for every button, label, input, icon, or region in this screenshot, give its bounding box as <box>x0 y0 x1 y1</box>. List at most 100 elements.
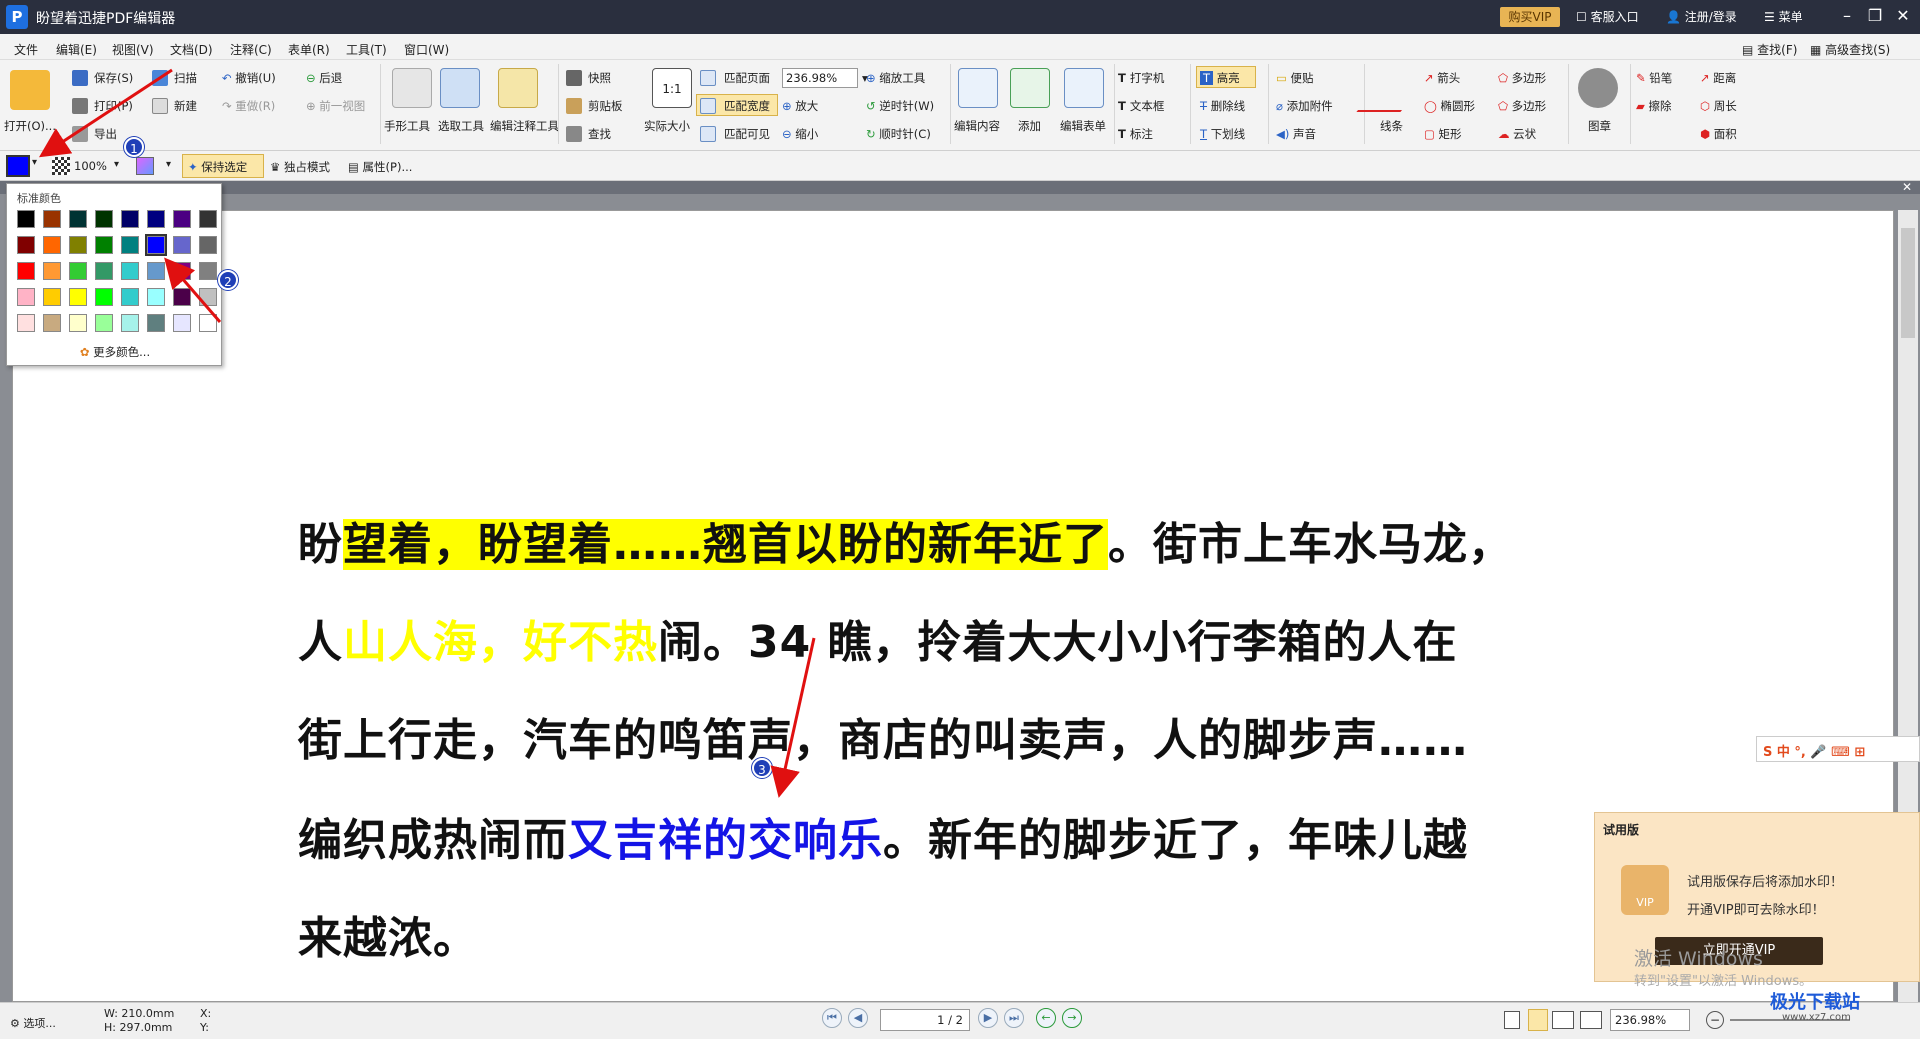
text-line-4[interactable]: 编织成热闹而又吉祥的交响乐。新年的脚步近了，年味儿越 <box>298 804 1468 868</box>
color-swatch[interactable] <box>17 210 35 228</box>
stamp-button[interactable]: 图章 <box>1588 118 1611 134</box>
prev-view-button[interactable]: ⊕ 前一视图 <box>306 99 365 114</box>
menu-window[interactable]: 窗口(W) <box>404 41 449 58</box>
print-button[interactable]: 打印(P) <box>94 99 133 114</box>
line-button[interactable]: 线条 <box>1380 118 1403 134</box>
clipboard-button[interactable]: 剪贴板 <box>588 99 623 114</box>
color-swatch[interactable] <box>43 236 61 254</box>
text-line-3[interactable]: 街上行走，汽车的鸣笛声，商店的叫卖声，人的脚步声…… <box>298 704 1468 768</box>
color-swatch[interactable] <box>173 236 191 254</box>
single-page-icon[interactable] <box>1504 1011 1520 1029</box>
nav-forward-icon[interactable]: → <box>1062 1008 1082 1028</box>
menu-edit[interactable]: 编辑(E) <box>56 41 97 58</box>
undo-button[interactable]: ↶ 撤销(U) <box>222 71 276 86</box>
color-swatch[interactable] <box>43 262 61 280</box>
menu-form[interactable]: 表单(R) <box>288 41 330 58</box>
zoom-input[interactable]: 236.98% <box>782 68 858 88</box>
rectangle-button[interactable]: ▢ 矩形 <box>1424 127 1462 142</box>
continuous-page-icon[interactable] <box>1528 1009 1548 1031</box>
color-swatch[interactable] <box>69 262 87 280</box>
polyline-button[interactable]: ⬠ 多边形 <box>1498 99 1546 114</box>
color-swatch[interactable] <box>121 236 139 254</box>
color-swatch[interactable] <box>17 314 35 332</box>
polygon-button[interactable]: ⬠ 多边形 <box>1498 71 1546 86</box>
find-ribbon-button[interactable]: 查找 <box>588 127 611 142</box>
text-line-1[interactable]: 盼望着，盼望着……翘首以盼的新年近了。街市上车水马龙， <box>298 508 1513 572</box>
eraser-button[interactable]: ▰ 擦除 <box>1636 99 1672 114</box>
color-swatch-selected[interactable] <box>145 234 167 256</box>
advanced-find-button[interactable]: ▦ 高级查找(S) <box>1810 41 1890 58</box>
redo-button[interactable]: ↷ 重做(R) <box>222 99 275 114</box>
add-button[interactable]: 添加 <box>1018 118 1041 134</box>
color-swatch[interactable] <box>121 210 139 228</box>
facing-page-icon[interactable] <box>1552 1011 1574 1029</box>
fill-color-icon[interactable] <box>136 157 154 175</box>
first-page-icon[interactable]: ⏮ <box>822 1008 842 1028</box>
yellow-text[interactable]: 山人海，好不热 <box>343 617 658 668</box>
fit-page-button[interactable]: 匹配页面 <box>724 71 770 86</box>
pencil-button[interactable]: ✎ 铅笔 <box>1636 71 1672 86</box>
color-swatch[interactable] <box>69 210 87 228</box>
exclusive-mode-button[interactable]: ♛ 独占模式 <box>270 159 330 175</box>
main-menu-button[interactable]: ☰ 菜单 <box>1764 8 1803 25</box>
menu-comment[interactable]: 注释(C) <box>230 41 272 58</box>
properties-button[interactable]: ▤ 属性(P)... <box>348 159 412 175</box>
select-tool-button[interactable]: 选取工具 <box>438 118 484 134</box>
color-swatch[interactable] <box>173 314 191 332</box>
close-document-icon[interactable]: ✕ <box>1900 181 1914 194</box>
minimize-button[interactable]: – <box>1832 5 1862 29</box>
zoom-in-button[interactable]: ⊕ 放大 <box>782 99 818 114</box>
opacity-dropdown[interactable]: ▾ <box>114 159 119 170</box>
zoom-tool-button[interactable]: ⊕ 缩放工具 <box>866 71 925 86</box>
ellipse-button[interactable]: ◯ 椭圆形 <box>1424 99 1475 114</box>
rotate-ccw-button[interactable]: ↺ 逆时针(W) <box>866 99 934 114</box>
distance-button[interactable]: ↗ 距离 <box>1700 71 1736 86</box>
snapshot-button[interactable]: 快照 <box>588 71 611 86</box>
menu-view[interactable]: 视图(V) <box>112 41 154 58</box>
color-swatch[interactable] <box>95 236 113 254</box>
color-swatch[interactable] <box>43 314 61 332</box>
text-line-2[interactable]: 人山人海，好不热闹。34 瞧，拎着大大小小行李箱的人在 <box>298 606 1458 670</box>
color-swatch[interactable] <box>69 314 87 332</box>
color-swatch[interactable] <box>147 210 165 228</box>
cloud-button[interactable]: ☁ 云状 <box>1498 127 1536 142</box>
color-swatch[interactable] <box>121 314 139 332</box>
color-picker-button[interactable] <box>6 155 30 177</box>
attach-file-button[interactable]: ⌀ 添加附件 <box>1276 99 1333 114</box>
prev-page-icon[interactable]: ◀ <box>848 1008 868 1028</box>
options-button[interactable]: ⚙ 选项... <box>10 1015 56 1031</box>
color-swatch[interactable] <box>69 236 87 254</box>
color-swatch[interactable] <box>173 262 191 280</box>
highlighted-text[interactable]: 望着，盼望着……翘首以盼的新年近了 <box>343 519 1108 570</box>
scan-button[interactable]: 扫描 <box>174 71 197 86</box>
perimeter-button[interactable]: ⬡ 周长 <box>1700 99 1737 114</box>
maximize-button[interactable]: ❐ <box>1860 5 1890 29</box>
edit-annotation-button[interactable]: 编辑注释工具 <box>490 118 559 134</box>
back-button[interactable]: ⊖ 后退 <box>306 71 342 86</box>
nav-back-icon[interactable]: ← <box>1036 1008 1056 1028</box>
color-swatch[interactable] <box>147 262 165 280</box>
strikeout-button[interactable]: T 删除线 <box>1200 99 1245 114</box>
area-button[interactable]: ⬢ 面积 <box>1700 127 1737 142</box>
color-swatch[interactable] <box>43 210 61 228</box>
opacity-value[interactable]: 100% <box>74 159 107 173</box>
open-button[interactable]: 打开(O)... <box>4 118 56 134</box>
zoom-out-status-icon[interactable]: − <box>1706 1011 1724 1029</box>
fit-width-button[interactable]: 匹配宽度 <box>724 99 770 114</box>
last-page-icon[interactable]: ⏭ <box>1004 1008 1024 1028</box>
buy-vip-button[interactable]: 购买VIP <box>1500 7 1560 27</box>
export-button[interactable]: 导出 <box>94 127 117 142</box>
color-swatch[interactable] <box>121 288 139 306</box>
facing-continuous-icon[interactable] <box>1580 1011 1602 1029</box>
color-swatch[interactable] <box>199 236 217 254</box>
status-zoom-input[interactable]: 236.98% <box>1610 1009 1690 1031</box>
color-swatch[interactable] <box>173 288 191 306</box>
color-swatch[interactable] <box>69 288 87 306</box>
color-swatch[interactable] <box>17 262 35 280</box>
typewriter-button[interactable]: T 打字机 <box>1118 71 1164 86</box>
menu-file[interactable]: 文件 <box>14 41 38 58</box>
find-button[interactable]: ▤ 查找(F) <box>1742 41 1797 58</box>
color-swatch[interactable] <box>95 262 113 280</box>
callout-button[interactable]: T 标注 <box>1118 127 1153 142</box>
next-page-icon[interactable]: ▶ <box>978 1008 998 1028</box>
